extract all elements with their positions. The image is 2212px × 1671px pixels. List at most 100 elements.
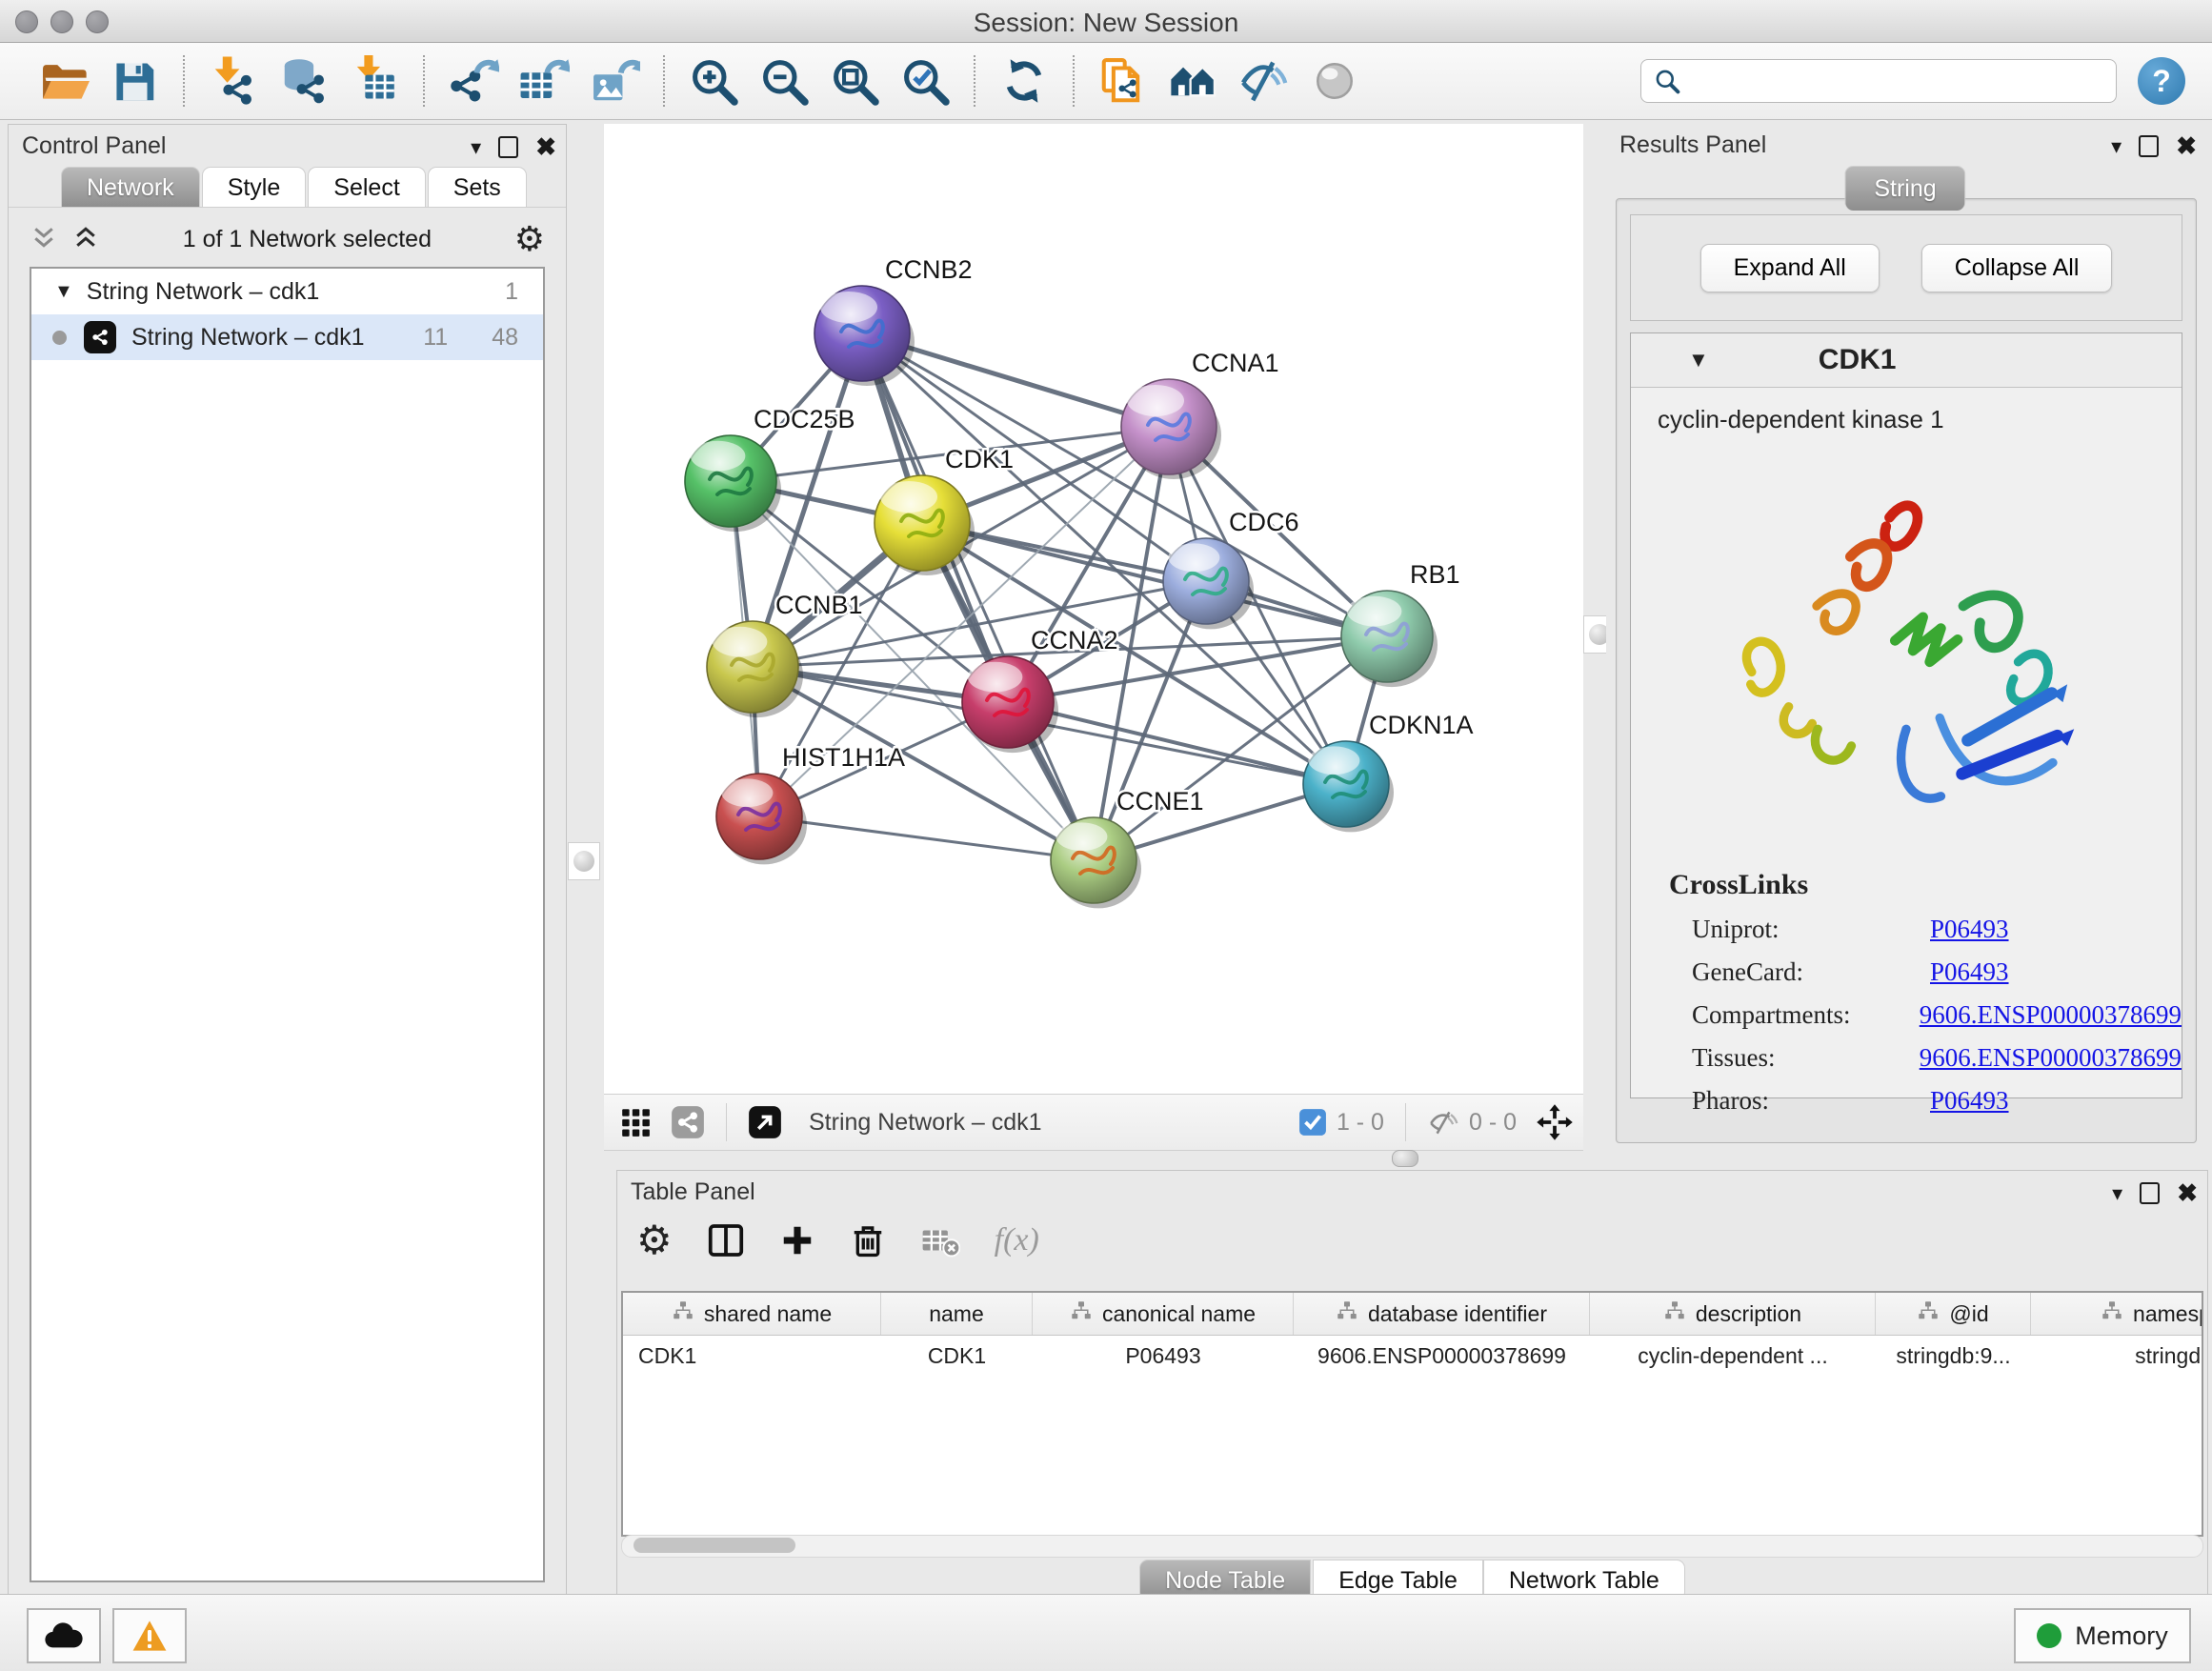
add-column-icon[interactable] xyxy=(779,1222,815,1258)
scrollbar-thumb[interactable] xyxy=(633,1538,795,1553)
table-panel-title: Table Panel xyxy=(631,1178,755,1206)
table-horizontal-scrollbar[interactable] xyxy=(621,1535,2203,1558)
network-node-CCNB1[interactable]: CCNB1 xyxy=(707,591,863,717)
network-node-CDKN1A[interactable]: CDKN1A xyxy=(1303,711,1474,832)
warnings-button[interactable] xyxy=(112,1608,187,1663)
help-button[interactable]: ? xyxy=(2138,57,2185,105)
table-cell[interactable]: 9606.ENSP00000378699 xyxy=(1294,1336,1590,1376)
close-panel-icon[interactable]: ✖ xyxy=(535,132,556,162)
table-cell[interactable]: stringdb xyxy=(2031,1336,2203,1376)
table-cell[interactable]: cyclin-dependent ... xyxy=(1590,1336,1876,1376)
string-home-button[interactable] xyxy=(1164,51,1223,111)
import-network-database-button[interactable] xyxy=(274,51,333,111)
export-table-button[interactable] xyxy=(514,51,573,111)
float-panel-icon[interactable]: ▾ xyxy=(471,135,481,160)
collection-expand-icon[interactable]: ▼ xyxy=(54,281,73,303)
tab-string[interactable]: String xyxy=(1844,166,1965,211)
network-edge[interactable] xyxy=(862,333,1094,860)
crosslink-link[interactable]: P06493 xyxy=(1930,957,2009,987)
tab-network[interactable]: Network xyxy=(61,167,200,208)
crosslink-link[interactable]: 9606.ENSP00000378699 xyxy=(1920,1000,2182,1030)
memory-button[interactable]: Memory xyxy=(2014,1608,2191,1663)
collapse-all-button[interactable]: Collapse All xyxy=(1921,244,2113,292)
search-box[interactable] xyxy=(1640,59,2117,103)
column-header[interactable]: database identifier xyxy=(1294,1293,1590,1335)
close-table-icon[interactable]: ✖ xyxy=(2177,1178,2198,1208)
column-header[interactable]: description xyxy=(1590,1293,1876,1335)
tab-sets[interactable]: Sets xyxy=(428,167,527,208)
crosslink-link[interactable]: 9606.ENSP00000378699 xyxy=(1920,1043,2182,1073)
export-network-button[interactable] xyxy=(444,51,503,111)
import-network-file-button[interactable] xyxy=(204,51,263,111)
network-node-CCNB2[interactable]: CCNB2 xyxy=(814,255,973,386)
search-input[interactable] xyxy=(1640,59,2117,103)
crosslink-link[interactable]: P06493 xyxy=(1930,915,2009,944)
gene-collapse-icon[interactable]: ▼ xyxy=(1688,348,1709,372)
close-results-icon[interactable]: ✖ xyxy=(2176,131,2197,161)
save-session-button[interactable] xyxy=(105,51,164,111)
network-collection-row[interactable]: ▼ String Network – cdk1 1 xyxy=(31,269,543,314)
export-image-button[interactable] xyxy=(585,51,644,111)
network-node-HIST1H1A[interactable]: HIST1H1A xyxy=(716,743,905,864)
results-panel-title: Results Panel xyxy=(1619,131,1766,159)
undock-panel-icon[interactable] xyxy=(498,136,518,158)
column-header[interactable]: shared name xyxy=(623,1293,881,1335)
float-results-icon[interactable]: ▾ xyxy=(2111,134,2122,159)
table-row[interactable]: CDK1CDK1P064939606.ENSP00000378699cyclin… xyxy=(623,1336,2202,1376)
cloud-button[interactable] xyxy=(27,1608,101,1663)
node-label-CDK1: CDK1 xyxy=(945,445,1014,473)
node-table: shared namenamecanonical namedatabase id… xyxy=(621,1291,2203,1537)
zoom-in-button[interactable] xyxy=(684,51,743,111)
table-options-gear-icon[interactable]: ⚙ xyxy=(636,1220,673,1260)
network-edge[interactable] xyxy=(922,523,1387,636)
network-share-icon[interactable] xyxy=(671,1105,705,1139)
zoom-out-button[interactable] xyxy=(754,51,814,111)
network-node-CDK1[interactable]: CDK1 xyxy=(875,445,1014,575)
undock-results-icon[interactable] xyxy=(2139,135,2159,157)
table-cell[interactable]: P06493 xyxy=(1033,1336,1294,1376)
collapse-all-networks-icon[interactable] xyxy=(30,223,58,256)
table-cell[interactable]: stringdb:9... xyxy=(1876,1336,2031,1376)
open-session-button[interactable] xyxy=(34,51,93,111)
network-options-gear-icon[interactable]: ⚙ xyxy=(514,222,545,256)
left-splitter-handle[interactable] xyxy=(568,842,600,880)
network-node-CCNE1[interactable]: CCNE1 xyxy=(1051,787,1204,908)
string-hide-structures-button[interactable] xyxy=(1235,51,1294,111)
string-network-button[interactable] xyxy=(1094,51,1153,111)
undock-table-icon[interactable] xyxy=(2140,1182,2160,1204)
delete-column-icon[interactable] xyxy=(850,1222,886,1258)
string-glass-ball-button[interactable] xyxy=(1305,51,1364,111)
table-cell[interactable]: CDK1 xyxy=(881,1336,1033,1376)
hidden-eye-icon[interactable] xyxy=(1427,1106,1459,1138)
network-row-selected[interactable]: String Network – cdk1 11 48 xyxy=(31,314,543,360)
show-columns-icon[interactable] xyxy=(707,1221,745,1259)
float-table-icon[interactable]: ▾ xyxy=(2112,1181,2122,1206)
expand-all-button[interactable]: Expand All xyxy=(1700,244,1880,292)
network-node-RB1[interactable]: RB1 xyxy=(1341,560,1460,687)
horizontal-splitter-handle[interactable] xyxy=(1392,1150,1418,1167)
tab-style[interactable]: Style xyxy=(202,167,307,208)
network-canvas[interactable]: CCNB2 CCNA1 CDC25B CDK1 CDC6 RB1 xyxy=(604,124,1583,1094)
column-header[interactable]: namespace xyxy=(2031,1293,2203,1335)
column-header[interactable]: canonical name xyxy=(1033,1293,1294,1335)
show-grid-icon[interactable] xyxy=(619,1106,652,1138)
network-edge[interactable] xyxy=(1008,702,1346,784)
selected-checkbox-icon[interactable] xyxy=(1298,1108,1327,1137)
graphics-details-icon[interactable] xyxy=(748,1105,782,1139)
table-cell[interactable]: CDK1 xyxy=(623,1336,881,1376)
zoom-selected-button[interactable] xyxy=(895,51,955,111)
gene-header[interactable]: ▼ CDK1 xyxy=(1631,333,2182,388)
zoom-fit-button[interactable] xyxy=(825,51,884,111)
column-header[interactable]: @id xyxy=(1876,1293,2031,1335)
network-edge[interactable] xyxy=(759,816,1094,860)
column-header[interactable]: name xyxy=(881,1293,1033,1335)
birds-eye-view-icon[interactable] xyxy=(1536,1103,1574,1141)
crosslink-row: Compartments: 9606.ENSP00000378699 xyxy=(1669,1000,2182,1030)
import-table-file-button[interactable] xyxy=(345,51,404,111)
expand-all-networks-icon[interactable] xyxy=(71,223,100,256)
tab-select[interactable]: Select xyxy=(308,167,425,208)
node-label-CCNE1: CCNE1 xyxy=(1116,787,1204,815)
refresh-button[interactable] xyxy=(995,51,1054,111)
network-node-CCNA1[interactable]: CCNA1 xyxy=(1121,349,1279,479)
crosslink-link[interactable]: P06493 xyxy=(1930,1086,2009,1116)
